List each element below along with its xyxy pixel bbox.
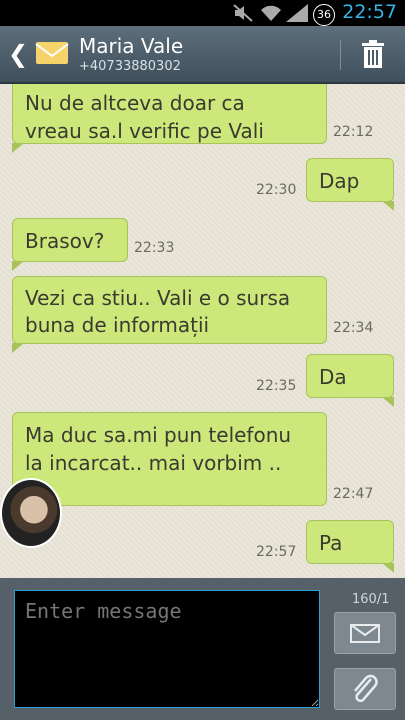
message-bubble-received[interactable]: Brasov? (12, 218, 128, 271)
message-bubble-received[interactable]: Nu de altceva doar ca vreau sa.l verific… (12, 84, 327, 153)
paperclip-icon (354, 674, 378, 703)
message-time: 22:12 (333, 124, 374, 140)
send-icon (350, 624, 380, 643)
message-time: 22:34 (333, 320, 374, 336)
message-bubble-received[interactable]: Ma duc sa.mi pun telefonu la incarcat.. … (12, 412, 327, 515)
message-bubble-received[interactable]: Vezi ca stiu.. Vali e o sursa buna de in… (12, 276, 327, 353)
back-icon[interactable]: ❮ (8, 40, 28, 68)
message-time: 22:33 (134, 240, 175, 256)
contact-number: +40733880302 (79, 59, 181, 74)
character-counter: 160/1 (352, 592, 390, 607)
message-time: 22:30 (256, 182, 297, 198)
send-button[interactable] (334, 612, 396, 654)
delete-icon[interactable] (362, 40, 384, 68)
contact-avatar[interactable] (0, 478, 62, 548)
message-input[interactable] (14, 590, 320, 708)
header-divider (340, 40, 341, 70)
message-time: 22:35 (256, 378, 297, 394)
mute-icon (233, 4, 253, 22)
status-bar: 36 22:57 (0, 0, 405, 26)
message-time: 22:57 (256, 544, 297, 560)
battery-icon: 36 (313, 4, 335, 26)
contact-envelope-icon[interactable] (35, 36, 69, 70)
attach-button[interactable] (334, 668, 396, 710)
wifi-icon (261, 5, 281, 21)
message-bubble-sent[interactable]: Da (306, 354, 394, 407)
message-bubble-sent[interactable]: Pa (306, 520, 394, 573)
status-time: 22:57 (342, 1, 397, 23)
message-time: 22:47 (333, 486, 374, 502)
conversation-header: ❮ Maria Vale +40733880302 (0, 26, 405, 84)
signal-icon (286, 4, 308, 22)
message-bubble-sent[interactable]: Dap (306, 158, 394, 211)
contact-name: Maria Vale (79, 34, 184, 58)
